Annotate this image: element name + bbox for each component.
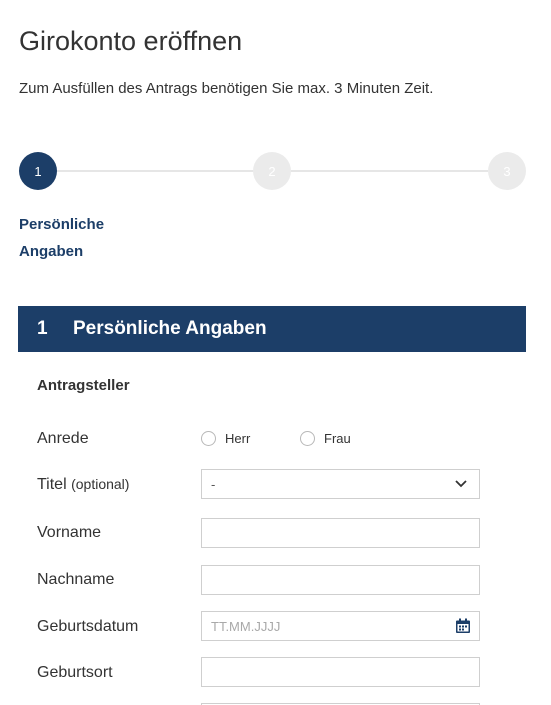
- geburtsort-label: Geburtsort: [37, 664, 113, 681]
- step-2: 2: [253, 152, 291, 190]
- radio-frau[interactable]: Frau: [300, 431, 351, 446]
- radio-frau-label: Frau: [324, 431, 351, 446]
- applicant-subheading: Antragsteller: [37, 377, 130, 394]
- vorname-label: Vorname: [37, 524, 102, 541]
- step-1[interactable]: 1: [19, 152, 57, 190]
- step-2-number: 2: [268, 163, 276, 179]
- section-header: 1 Persönliche Angaben: [18, 306, 526, 352]
- titel-label: Titel (optional): [37, 476, 129, 494]
- step-connector-1-2: [57, 170, 254, 172]
- intro-text: Zum Ausfüllen des Antrags benötigen Sie …: [19, 80, 434, 97]
- radio-herr-label: Herr: [225, 431, 251, 446]
- step-1-label-line-1: Persönliche: [19, 216, 105, 233]
- radio-herr[interactable]: Herr: [201, 431, 250, 446]
- nachname-input[interactable]: [201, 565, 480, 595]
- section-title: Persönliche Angaben: [73, 318, 267, 339]
- step-1-label-line-2: Angaben: [19, 243, 84, 260]
- geburtsdatum-input[interactable]: TT.MM.JJJJ: [201, 611, 480, 641]
- titel-select[interactable]: -: [201, 469, 480, 499]
- step-3: 3: [488, 152, 526, 190]
- calendar-icon[interactable]: [455, 618, 471, 634]
- chevron-down-icon: [455, 480, 467, 488]
- step-1-label: Persönliche Angaben: [19, 211, 139, 265]
- titel-label-text: Titel: [37, 476, 67, 493]
- radio-herr-circle[interactable]: [201, 431, 216, 446]
- progress-stepper: 1 2 3 Persönliche Angaben: [0, 148, 551, 268]
- titel-select-value: -: [211, 476, 216, 492]
- step-connector-2-3: [291, 170, 488, 172]
- nachname-label: Nachname: [37, 571, 115, 588]
- step-3-number: 3: [503, 163, 511, 179]
- radio-frau-circle[interactable]: [300, 431, 315, 446]
- geburtsdatum-placeholder: TT.MM.JJJJ: [211, 618, 281, 634]
- vorname-input[interactable]: [201, 518, 480, 548]
- geburtsort-input[interactable]: [201, 657, 480, 687]
- section-number: 1: [37, 318, 48, 339]
- geburtsdatum-label: Geburtsdatum: [37, 618, 139, 635]
- titel-optional-note: (optional): [71, 476, 130, 492]
- step-1-number: 1: [34, 163, 42, 179]
- anrede-label: Anrede: [37, 430, 89, 447]
- page-title: Girokonto eröffnen: [19, 26, 243, 56]
